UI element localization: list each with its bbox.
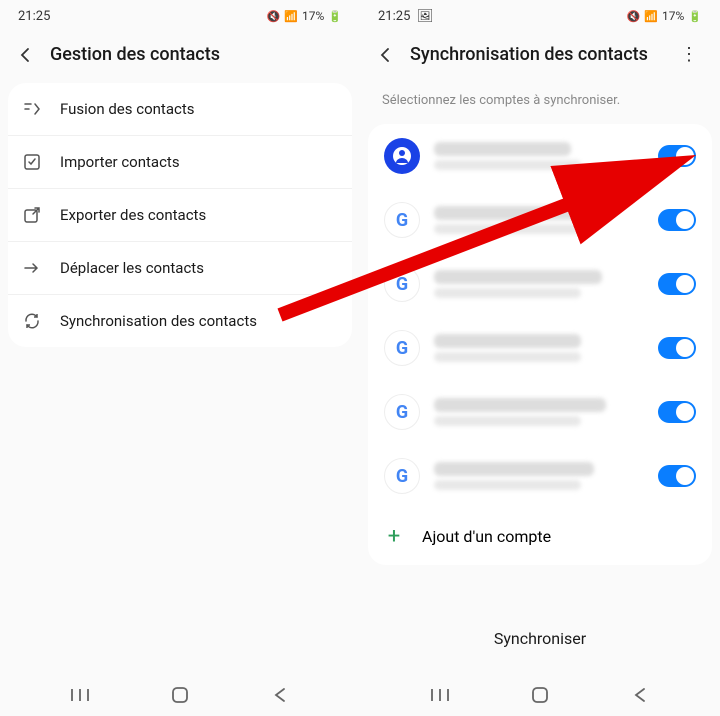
account-row[interactable]: [368, 124, 712, 188]
item-import[interactable]: Importer contacts: [8, 136, 352, 189]
nav-home-icon[interactable]: [169, 684, 191, 706]
sync-toggle[interactable]: [658, 273, 696, 295]
move-icon: [22, 258, 42, 278]
accounts-list: G G G G G + Ajout d'un compte: [368, 124, 712, 565]
settings-list: Fusion des contacts Importer contacts Ex…: [8, 83, 352, 347]
battery-icon: 🔋: [328, 10, 342, 23]
account-row[interactable]: G: [368, 316, 712, 380]
item-fusion[interactable]: Fusion des contacts: [8, 83, 352, 136]
status-icons: 🔇 📶 17% 🔋: [267, 9, 342, 23]
account-info: [434, 142, 644, 170]
google-account-icon: G: [384, 394, 420, 430]
google-account-icon: G: [384, 266, 420, 302]
nav-bar: [360, 670, 720, 716]
item-label: Importer contacts: [60, 153, 180, 171]
account-info: [434, 270, 644, 298]
account-row[interactable]: G: [368, 444, 712, 508]
account-row[interactable]: G: [368, 188, 712, 252]
subtitle: Sélectionnez les comptes à synchroniser.: [360, 83, 720, 124]
item-sync[interactable]: Synchronisation des contacts: [8, 295, 352, 347]
google-account-icon: G: [384, 330, 420, 366]
add-account-label: Ajout d'un compte: [422, 527, 551, 546]
nav-back-icon[interactable]: [629, 684, 651, 706]
sync-toggle[interactable]: [658, 465, 696, 487]
nav-recents-icon[interactable]: [429, 684, 451, 706]
more-icon[interactable]: ⋮: [674, 44, 704, 65]
page-title: Gestion des contacts: [50, 44, 344, 65]
item-export[interactable]: Exporter des contacts: [8, 189, 352, 242]
google-account-icon: G: [384, 458, 420, 494]
battery-icon: 🔋: [688, 10, 702, 23]
battery-text: 17%: [662, 9, 684, 23]
add-account-button[interactable]: + Ajout d'un compte: [368, 508, 712, 565]
sync-toggle[interactable]: [658, 337, 696, 359]
sync-toggle[interactable]: [658, 145, 696, 167]
battery-text: 17%: [302, 9, 324, 23]
status-time: 21:25: [18, 9, 50, 24]
samsung-account-icon: [384, 138, 420, 174]
status-time: 21:25 🖼: [378, 9, 433, 24]
back-icon[interactable]: [16, 45, 36, 65]
sync-toggle[interactable]: [658, 209, 696, 231]
account-info: [434, 206, 644, 234]
item-label: Synchronisation des contacts: [60, 312, 257, 330]
sync-toggle[interactable]: [658, 401, 696, 423]
account-row[interactable]: G: [368, 252, 712, 316]
nav-bar: [0, 670, 360, 716]
account-row[interactable]: G: [368, 380, 712, 444]
account-info: [434, 334, 644, 362]
account-info: [434, 462, 644, 490]
google-account-icon: G: [384, 202, 420, 238]
item-label: Fusion des contacts: [60, 100, 194, 118]
status-icons: 🔇 📶 17% 🔋: [627, 9, 702, 23]
nav-recents-icon[interactable]: [69, 684, 91, 706]
import-icon: [22, 152, 42, 172]
item-label: Exporter des contacts: [60, 206, 206, 224]
page-title: Synchronisation des contacts: [410, 44, 660, 65]
nav-home-icon[interactable]: [529, 684, 551, 706]
export-icon: [22, 205, 42, 225]
item-move[interactable]: Déplacer les contacts: [8, 242, 352, 295]
header-right: Synchronisation des contacts ⋮: [360, 30, 720, 83]
merge-icon: [22, 99, 42, 119]
wifi-icon: 📶: [284, 10, 298, 23]
sync-icon: [22, 311, 42, 331]
back-icon[interactable]: [376, 45, 396, 65]
mute-icon: 🔇: [627, 10, 641, 23]
item-label: Déplacer les contacts: [60, 259, 204, 277]
phone-right: 21:25 🖼 🔇 📶 17% 🔋 Synchronisation des co…: [360, 0, 720, 716]
wifi-icon: 📶: [644, 10, 658, 23]
status-bar: 21:25 🖼 🔇 📶 17% 🔋: [360, 0, 720, 30]
header-left: Gestion des contacts: [0, 30, 360, 83]
mute-icon: 🔇: [267, 10, 281, 23]
account-info: [434, 398, 644, 426]
plus-icon: +: [384, 524, 404, 549]
status-bar: 21:25 🔇 📶 17% 🔋: [0, 0, 360, 30]
nav-back-icon[interactable]: [269, 684, 291, 706]
phone-left: 21:25 🔇 📶 17% 🔋 Gestion des contacts Fus…: [0, 0, 360, 716]
synchronize-button[interactable]: Synchroniser: [360, 607, 720, 670]
